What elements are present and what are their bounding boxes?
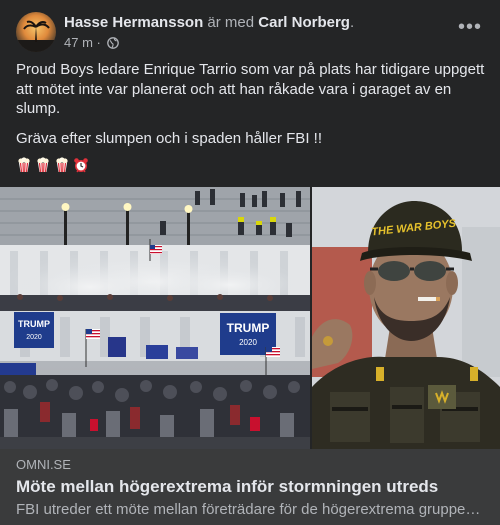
popcorn-icon xyxy=(54,157,70,173)
timestamp[interactable]: 47 m xyxy=(64,35,93,50)
link-domain: OMNI.SE xyxy=(16,457,71,472)
tagged-user[interactable]: Carl Norberg xyxy=(258,14,350,31)
popcorn-icon xyxy=(16,157,32,173)
link-preview[interactable]: OMNI.SE Möte mellan högerextrema inför s… xyxy=(0,449,500,525)
portrait-photo[interactable]: THE WAR BOYS xyxy=(312,187,500,449)
separator-dot: · xyxy=(92,35,105,50)
post-header: Hasse Hermansson är med Carl Norberg. 47… xyxy=(16,12,484,56)
popcorn-icon xyxy=(35,157,51,173)
period: . xyxy=(349,14,355,31)
emoji-row xyxy=(16,157,89,175)
link-description: FBI utreder ett möte mellan företrädare … xyxy=(16,501,484,518)
trump-sign-year: 2020 xyxy=(239,338,257,347)
author-name[interactable]: Hasse Hermansson xyxy=(64,14,203,31)
more-options-button[interactable]: ••• xyxy=(456,17,484,42)
alarm-clock-icon xyxy=(73,157,89,173)
avatar[interactable] xyxy=(16,12,56,52)
capitol-crowd-photo[interactable]: TRUMP 2020 TRUMP 2020 xyxy=(0,187,310,449)
trump-sign-text: TRUMP xyxy=(18,319,50,329)
post-paragraph: Gräva efter slumpen och i spaden håller … xyxy=(16,129,322,147)
globe-icon[interactable] xyxy=(107,37,120,53)
with-connector: är med xyxy=(203,14,259,31)
feed-post: Hasse Hermansson är med Carl Norberg. 47… xyxy=(0,0,500,525)
post-paragraph: Proud Boys ledare Enrique Tarrio som var… xyxy=(16,61,485,117)
post-text: Proud Boys ledare Enrique Tarrio som var… xyxy=(16,60,488,158)
link-title[interactable]: Möte mellan högerextrema inför stormning… xyxy=(16,476,484,498)
post-meta: 47 m · xyxy=(64,35,120,53)
post-photos: TRUMP 2020 TRUMP 2020 THE WAR BOYS xyxy=(0,187,500,449)
author-line: Hasse Hermansson är med Carl Norberg. xyxy=(64,14,354,32)
trump-sign-year: 2020 xyxy=(26,334,42,341)
trump-sign-text: TRUMP xyxy=(227,321,270,335)
